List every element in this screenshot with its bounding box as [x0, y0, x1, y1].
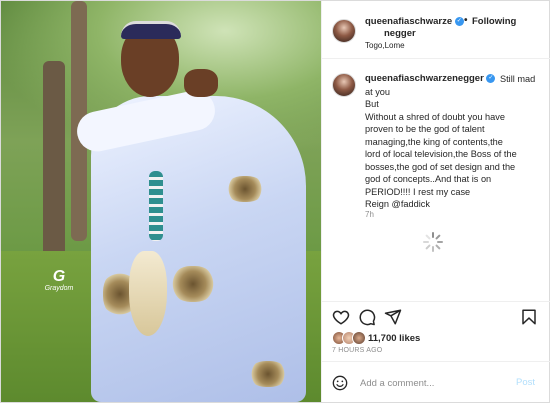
loading-spinner-icon — [422, 231, 444, 253]
leopard-pattern — [226, 176, 264, 202]
post-photo[interactable]: G Graydom — [1, 1, 321, 402]
caption-line: at you — [365, 86, 391, 97]
post-button[interactable]: Post — [516, 377, 535, 388]
caption-username-text[interactable]: queenafiaschwarzenegger — [365, 73, 484, 84]
comment-bar: Post — [322, 361, 550, 402]
beaded-cap — [121, 21, 181, 39]
action-bar — [322, 301, 550, 331]
liker-avatar[interactable] — [352, 331, 366, 345]
likes-row: 11,700 likes — [332, 331, 532, 345]
watermark-text: Graydom — [44, 285, 74, 292]
smiley-icon[interactable] — [332, 375, 348, 391]
verified-check-icon: ✓ — [454, 16, 464, 26]
bead-necklace — [149, 171, 163, 241]
leopard-pattern — [249, 361, 287, 387]
caption-line: PERIOD!!!! I rest my case — [365, 186, 471, 197]
post-header: queenafiaschwarze ✓ • Following negger T… — [322, 1, 550, 59]
caption: Still mad at you But Without a shred of … — [322, 59, 550, 301]
avatar[interactable] — [332, 19, 356, 43]
header-username-continued[interactable]: negger — [384, 28, 416, 39]
caption-line: But — [365, 99, 379, 109]
horsetail-whisk — [129, 251, 167, 336]
leopard-pattern — [171, 266, 215, 302]
caption-line: Without a shred of doubt you have — [365, 111, 505, 122]
header-username-text[interactable]: queenafiaschwarze — [365, 16, 452, 27]
photographer-watermark: G Graydom — [37, 268, 81, 293]
comment-icon[interactable] — [358, 308, 376, 326]
caption-line: lord of local television,the Boss of the — [365, 149, 517, 159]
likes-count[interactable]: 11,700 likes — [368, 333, 420, 344]
watermark-logo: G — [52, 268, 66, 285]
caption-line: bosses,the god of set design and the — [365, 161, 516, 172]
paper-plane-icon[interactable] — [384, 308, 402, 326]
hand — [184, 69, 218, 97]
caption-username[interactable]: queenafiaschwarzenegger ✓ — [365, 73, 496, 84]
caption-text: Still mad at you But Without a shred of … — [365, 73, 545, 211]
comment-input[interactable] — [360, 374, 500, 392]
caption-avatar[interactable] — [332, 73, 356, 97]
verified-check-icon: ✓ — [486, 73, 496, 83]
separator-dot: • — [464, 15, 468, 26]
caption-line: managing,the king of contents,the — [365, 136, 503, 147]
caption-timestamp[interactable]: 7h — [365, 210, 374, 219]
following-button[interactable]: Following — [472, 16, 516, 27]
bookmark-icon[interactable] — [520, 308, 538, 326]
caption-line-mention[interactable]: Reign @faddick — [365, 198, 545, 211]
location-link[interactable]: Togo,Lome — [365, 41, 405, 50]
caption-line: god of concepts..And that is on — [365, 174, 492, 184]
tree-trunk — [43, 61, 65, 261]
instagram-post: G Graydom queenafiaschwarze ✓ • Followin… — [0, 0, 550, 403]
caption-line: proven to be the god of talent — [365, 124, 485, 134]
post-sidebar: queenafiaschwarze ✓ • Following negger T… — [321, 1, 550, 402]
heart-icon[interactable] — [332, 308, 350, 326]
post-timestamp[interactable]: 7 HOURS AGO — [332, 347, 382, 354]
